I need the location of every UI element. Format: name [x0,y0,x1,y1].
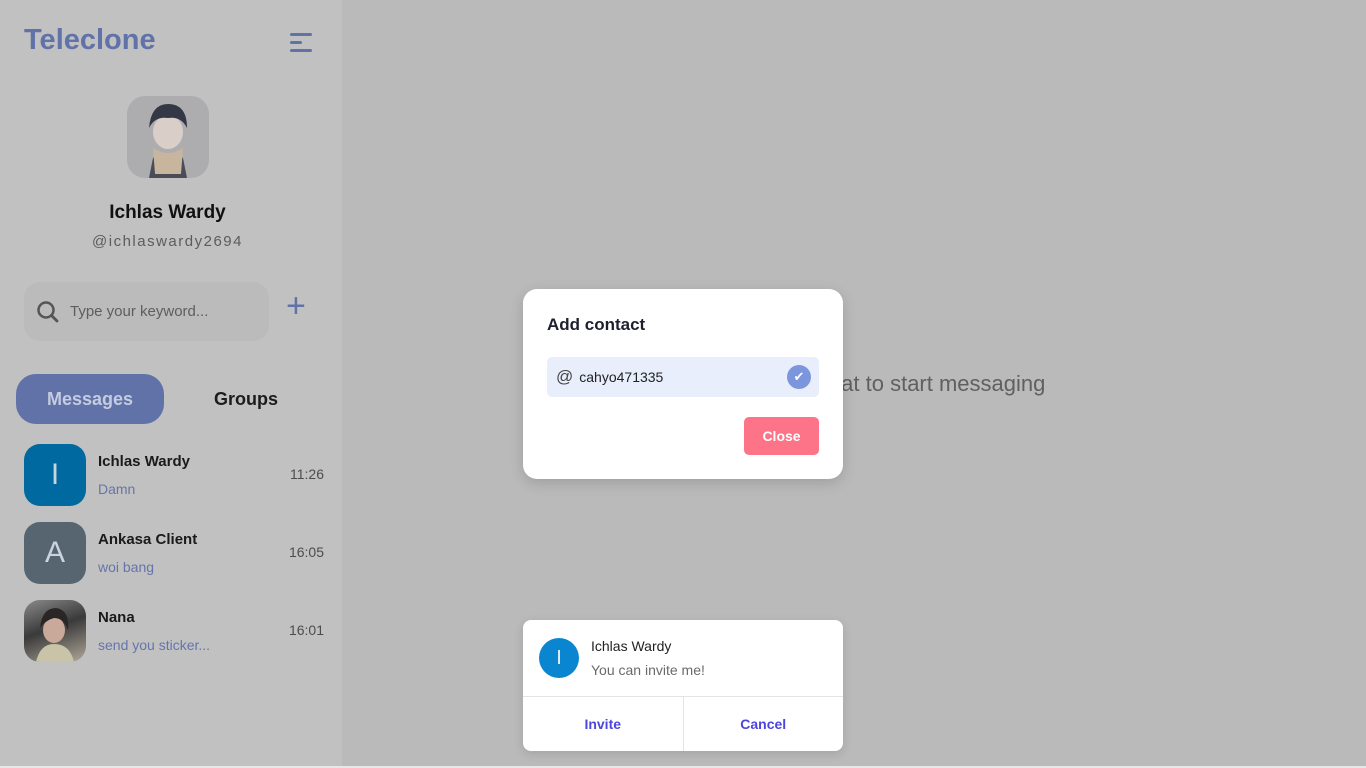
profile-name: Ichlas Wardy [109,202,226,223]
sidebar: Teleclone Ichlas Wardy @ichlaswardy2694 … [0,0,342,766]
avatar: I [24,444,86,506]
username-field[interactable]: @ ✔ [547,357,819,397]
modal-title: Add contact [547,315,646,334]
main-panel: Please select a chat to start messaging [342,0,1366,766]
chat-time: 16:01 [288,622,324,638]
search-icon [37,300,59,322]
chat-name: Ichlas Wardy [98,453,190,470]
invite-notification: I Ichlas Wardy You can invite me! Invite… [523,620,843,751]
chat-last-message: woi bang [98,559,155,575]
add-contact-modal: Add contact @ ✔ Close [523,289,843,479]
notification-name: Ichlas Wardy [591,638,672,654]
avatar: I [539,638,579,678]
plus-icon[interactable]: + [286,289,306,323]
search-box[interactable] [24,282,269,341]
tab-messages[interactable]: Messages [16,374,164,424]
close-button[interactable]: Close [744,417,819,455]
tab-groups[interactable]: Groups [172,374,320,424]
username-input[interactable] [579,369,780,385]
avatar [24,600,86,662]
notification-message: You can invite me! [591,662,705,678]
chat-name: Ankasa Client [98,531,198,548]
cancel-button[interactable]: Cancel [682,697,844,751]
search-input[interactable] [70,303,260,320]
chat-time: 16:05 [288,544,324,560]
app-brand: Teleclone [24,24,156,56]
chat-list-item[interactable]: A Ankasa Client woi bang 16:05 [24,522,324,584]
chat-list-item[interactable]: I Ichlas Wardy Damn 11:26 [24,444,324,506]
chat-last-message: Damn [98,481,136,497]
empty-state-hint: Please select a chat to start messaging [662,371,1046,396]
chat-name: Nana [98,609,135,626]
profile-handle: @ichlaswardy2694 [92,233,243,250]
chat-list-item[interactable]: Nana send you sticker... 16:01 [24,600,324,662]
profile-avatar[interactable] [127,96,209,178]
chat-last-message: send you sticker... [98,637,211,653]
avatar: A [24,522,86,584]
check-icon[interactable]: ✔ [787,365,811,389]
chat-time: 11:26 [290,466,324,482]
hamburger-menu-icon[interactable] [290,33,312,53]
invite-button[interactable]: Invite [523,697,683,751]
at-icon: @ [556,367,574,386]
